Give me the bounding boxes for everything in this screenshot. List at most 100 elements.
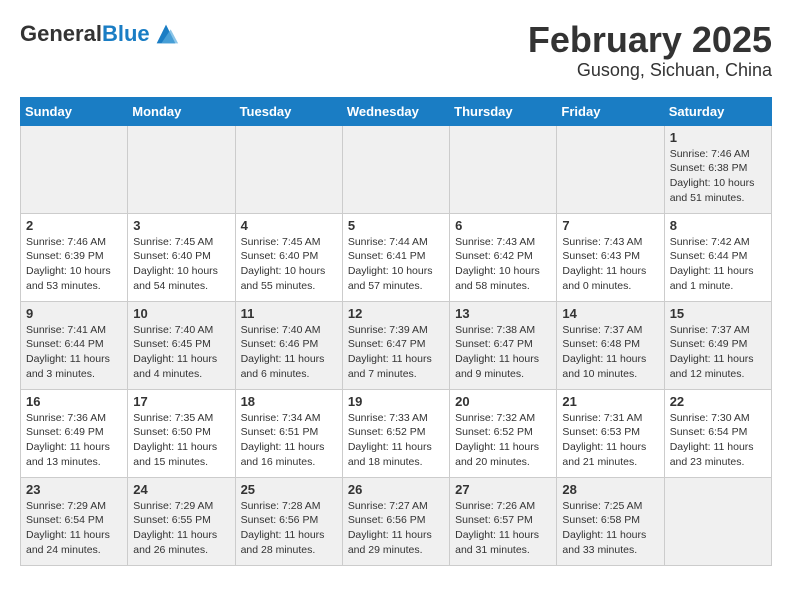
calendar-cell: 26 Sunrise: 7:27 AM Sunset: 6:56 PM Dayli… xyxy=(342,477,449,565)
col-wednesday: Wednesday xyxy=(342,97,449,125)
day-number: 4 xyxy=(241,218,337,233)
calendar-cell: 5Sunrise: 7:44 AM Sunset: 6:41 PM Daylig… xyxy=(342,213,449,301)
calendar-table: Sunday Monday Tuesday Wednesday Thursday… xyxy=(20,97,772,566)
calendar-cell: 14Sunrise: 7:37 AM Sunset: 6:48 PM Dayli… xyxy=(557,301,664,389)
calendar-cell: 7 Sunrise: 7:43 AM Sunset: 6:43 PM Daylig… xyxy=(557,213,664,301)
day-info: Sunrise: 7:40 AM Sunset: 6:45 PM Dayligh… xyxy=(133,324,217,380)
day-info: Sunrise: 7:28 AM Sunset: 6:56 PM Dayligh… xyxy=(241,500,325,556)
col-tuesday: Tuesday xyxy=(235,97,342,125)
day-number: 17 xyxy=(133,394,229,409)
logo-blue: Blue xyxy=(102,21,150,46)
calendar-cell: 16 Sunrise: 7:36 AM Sunset: 6:49 PM Dayli… xyxy=(21,389,128,477)
day-info: Sunrise: 7:31 AM Sunset: 6:53 PM Dayligh… xyxy=(562,412,646,468)
day-info: Sunrise: 7:32 AM Sunset: 6:52 PM Dayligh… xyxy=(455,412,539,468)
day-info: Sunrise: 7:43 AM Sunset: 6:43 PM Dayligh… xyxy=(562,236,646,292)
day-number: 15 xyxy=(670,306,766,321)
day-number: 7 xyxy=(562,218,658,233)
calendar-cell: 20 Sunrise: 7:32 AM Sunset: 6:52 PM Dayli… xyxy=(450,389,557,477)
day-info: Sunrise: 7:26 AM Sunset: 6:57 PM Dayligh… xyxy=(455,500,539,556)
col-monday: Monday xyxy=(128,97,235,125)
day-number: 18 xyxy=(241,394,337,409)
col-thursday: Thursday xyxy=(450,97,557,125)
calendar-header-row: Sunday Monday Tuesday Wednesday Thursday… xyxy=(21,97,772,125)
calendar-week-5: 23 Sunrise: 7:29 AM Sunset: 6:54 PM Dayli… xyxy=(21,477,772,565)
day-info: Sunrise: 7:27 AM Sunset: 6:56 PM Dayligh… xyxy=(348,500,432,556)
day-info: Sunrise: 7:43 AM Sunset: 6:42 PM Dayligh… xyxy=(455,236,540,292)
day-info: Sunrise: 7:36 AM Sunset: 6:49 PM Dayligh… xyxy=(26,412,110,468)
logo: GeneralBlue xyxy=(20,20,180,48)
day-number: 19 xyxy=(348,394,444,409)
day-number: 11 xyxy=(241,306,337,321)
calendar-cell: 25 Sunrise: 7:28 AM Sunset: 6:56 PM Dayli… xyxy=(235,477,342,565)
calendar-cell: 11Sunrise: 7:40 AM Sunset: 6:46 PM Dayli… xyxy=(235,301,342,389)
calendar-cell: 27Sunrise: 7:26 AM Sunset: 6:57 PM Dayli… xyxy=(450,477,557,565)
calendar-cell: 24 Sunrise: 7:29 AM Sunset: 6:55 PM Dayli… xyxy=(128,477,235,565)
day-info: Sunrise: 7:33 AM Sunset: 6:52 PM Dayligh… xyxy=(348,412,432,468)
calendar-cell: 10 Sunrise: 7:40 AM Sunset: 6:45 PM Dayli… xyxy=(128,301,235,389)
day-info: Sunrise: 7:44 AM Sunset: 6:41 PM Dayligh… xyxy=(348,236,433,292)
calendar-cell xyxy=(342,125,449,213)
day-info: Sunrise: 7:37 AM Sunset: 6:49 PM Dayligh… xyxy=(670,324,754,380)
calendar-cell: 22 Sunrise: 7:30 AM Sunset: 6:54 PM Dayli… xyxy=(664,389,771,477)
calendar-week-1: 1 Sunrise: 7:46 AM Sunset: 6:38 PM Daylig… xyxy=(21,125,772,213)
calendar-cell: 19 Sunrise: 7:33 AM Sunset: 6:52 PM Dayli… xyxy=(342,389,449,477)
day-info: Sunrise: 7:38 AM Sunset: 6:47 PM Dayligh… xyxy=(455,324,539,380)
logo-icon xyxy=(152,20,180,48)
calendar-cell xyxy=(664,477,771,565)
day-number: 12 xyxy=(348,306,444,321)
day-number: 28 xyxy=(562,482,658,497)
day-number: 9 xyxy=(26,306,122,321)
day-number: 16 xyxy=(26,394,122,409)
day-info: Sunrise: 7:46 AM Sunset: 6:39 PM Dayligh… xyxy=(26,236,111,292)
day-info: Sunrise: 7:29 AM Sunset: 6:55 PM Dayligh… xyxy=(133,500,217,556)
day-info: Sunrise: 7:42 AM Sunset: 6:44 PM Dayligh… xyxy=(670,236,754,292)
calendar-cell: 6 Sunrise: 7:43 AM Sunset: 6:42 PM Daylig… xyxy=(450,213,557,301)
calendar-cell xyxy=(557,125,664,213)
day-number: 20 xyxy=(455,394,551,409)
calendar-cell: 3 Sunrise: 7:45 AM Sunset: 6:40 PM Daylig… xyxy=(128,213,235,301)
calendar-cell: 13 Sunrise: 7:38 AM Sunset: 6:47 PM Dayli… xyxy=(450,301,557,389)
day-info: Sunrise: 7:34 AM Sunset: 6:51 PM Dayligh… xyxy=(241,412,325,468)
calendar-cell: 18 Sunrise: 7:34 AM Sunset: 6:51 PM Dayli… xyxy=(235,389,342,477)
day-info: Sunrise: 7:30 AM Sunset: 6:54 PM Dayligh… xyxy=(670,412,754,468)
day-info: Sunrise: 7:45 AM Sunset: 6:40 PM Dayligh… xyxy=(241,236,326,292)
day-number: 13 xyxy=(455,306,551,321)
calendar-cell: 8 Sunrise: 7:42 AM Sunset: 6:44 PM Daylig… xyxy=(664,213,771,301)
day-number: 24 xyxy=(133,482,229,497)
day-number: 14 xyxy=(562,306,658,321)
day-number: 2 xyxy=(26,218,122,233)
day-info: Sunrise: 7:29 AM Sunset: 6:54 PM Dayligh… xyxy=(26,500,110,556)
day-info: Sunrise: 7:46 AM Sunset: 6:38 PM Dayligh… xyxy=(670,148,755,204)
col-sunday: Sunday xyxy=(21,97,128,125)
day-number: 22 xyxy=(670,394,766,409)
day-number: 26 xyxy=(348,482,444,497)
day-number: 1 xyxy=(670,130,766,145)
calendar-cell xyxy=(235,125,342,213)
calendar-cell xyxy=(128,125,235,213)
day-number: 8 xyxy=(670,218,766,233)
day-info: Sunrise: 7:39 AM Sunset: 6:47 PM Dayligh… xyxy=(348,324,432,380)
calendar-cell: 21 Sunrise: 7:31 AM Sunset: 6:53 PM Dayli… xyxy=(557,389,664,477)
day-info: Sunrise: 7:35 AM Sunset: 6:50 PM Dayligh… xyxy=(133,412,217,468)
calendar-cell: 2 Sunrise: 7:46 AM Sunset: 6:39 PM Daylig… xyxy=(21,213,128,301)
calendar-cell: 15 Sunrise: 7:37 AM Sunset: 6:49 PM Dayli… xyxy=(664,301,771,389)
day-number: 23 xyxy=(26,482,122,497)
day-info: Sunrise: 7:45 AM Sunset: 6:40 PM Dayligh… xyxy=(133,236,218,292)
day-number: 25 xyxy=(241,482,337,497)
col-saturday: Saturday xyxy=(664,97,771,125)
calendar-cell: 12 Sunrise: 7:39 AM Sunset: 6:47 PM Dayli… xyxy=(342,301,449,389)
calendar-subtitle: Gusong, Sichuan, China xyxy=(528,60,772,81)
calendar-week-4: 16 Sunrise: 7:36 AM Sunset: 6:49 PM Dayli… xyxy=(21,389,772,477)
day-number: 3 xyxy=(133,218,229,233)
calendar-cell xyxy=(450,125,557,213)
day-number: 10 xyxy=(133,306,229,321)
calendar-week-2: 2 Sunrise: 7:46 AM Sunset: 6:39 PM Daylig… xyxy=(21,213,772,301)
col-friday: Friday xyxy=(557,97,664,125)
day-number: 6 xyxy=(455,218,551,233)
day-info: Sunrise: 7:25 AM Sunset: 6:58 PM Dayligh… xyxy=(562,500,646,556)
calendar-cell: 23 Sunrise: 7:29 AM Sunset: 6:54 PM Dayli… xyxy=(21,477,128,565)
calendar-week-3: 9 Sunrise: 7:41 AM Sunset: 6:44 PM Daylig… xyxy=(21,301,772,389)
day-info: Sunrise: 7:41 AM Sunset: 6:44 PM Dayligh… xyxy=(26,324,110,380)
day-number: 21 xyxy=(562,394,658,409)
calendar-cell xyxy=(21,125,128,213)
